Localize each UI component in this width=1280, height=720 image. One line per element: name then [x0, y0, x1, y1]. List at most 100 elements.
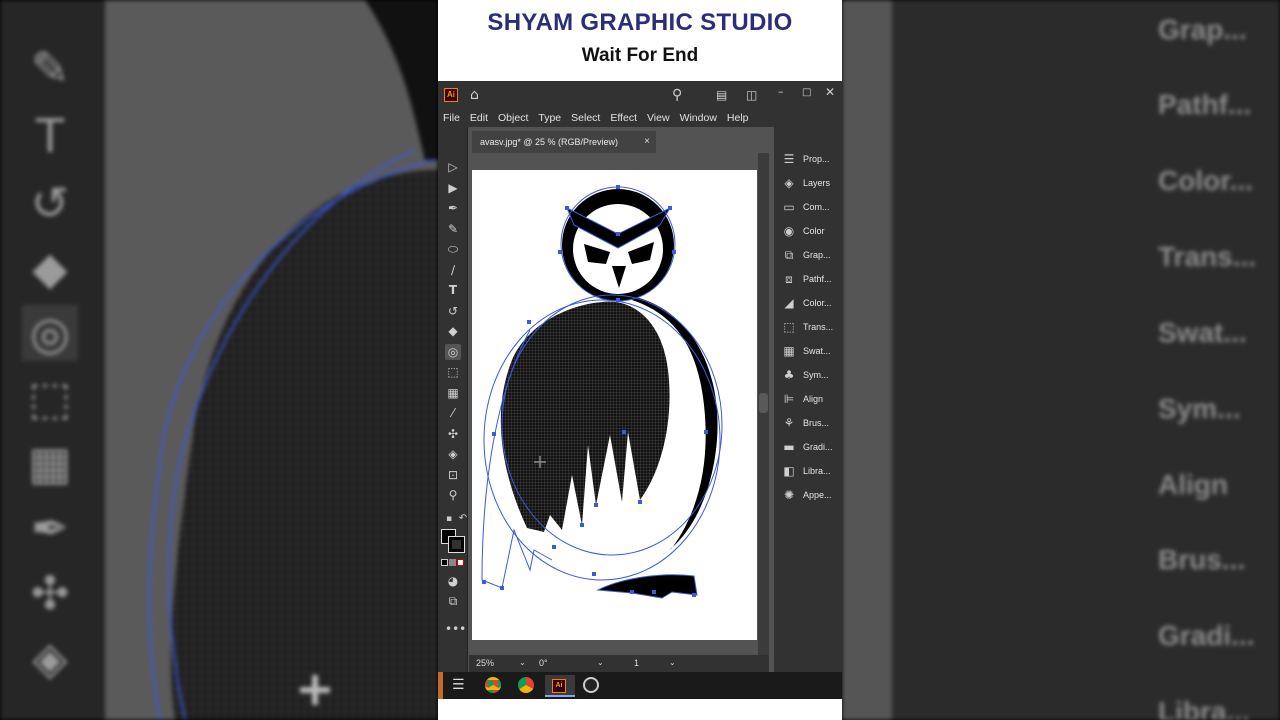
artboard-number[interactable]: 1 — [634, 658, 639, 668]
stroke-color-swatch[interactable] — [448, 536, 465, 553]
canvas-area[interactable] — [469, 153, 769, 656]
search-icon[interactable]: ⚲ — [672, 88, 682, 102]
rotate-tool-icon[interactable]: ↺ — [445, 303, 461, 319]
zoomed-panel-1: Grap... — [1158, 14, 1247, 45]
zoomed-owl-artwork — [148, 0, 438, 720]
vertical-scrollbar[interactable] — [758, 153, 769, 656]
panel-comments[interactable]: ▭ Com... — [782, 197, 842, 217]
gradient-mode-icon[interactable] — [449, 559, 456, 566]
video-banner: SHYAM GRAPHIC STUDIO Wait For End — [438, 0, 842, 81]
status-bar: 25% ⌄ 0° ⌄ 1 ⌄ — [469, 655, 769, 672]
zoomed-panel-4: Trans... — [1158, 241, 1257, 272]
ellipse-tool-icon[interactable]: ⬭ — [445, 241, 461, 257]
workspace-switcher-icon[interactable]: ◫ — [746, 88, 757, 102]
menu-file[interactable]: File — [443, 112, 460, 124]
panel-dock: ☰ Prop... ◈ Layers ▭ Com... ◉ Color ⧉ Grap...… — [774, 127, 842, 672]
panel-swatches[interactable]: ▦ Swat... — [782, 341, 842, 361]
rotation-dropdown-icon[interactable]: ⌄ — [597, 658, 604, 667]
scroll-thumb[interactable] — [759, 393, 768, 413]
direct-selection-tool-icon[interactable]: ▶ — [445, 180, 461, 196]
close-tab-icon[interactable]: × — [644, 131, 650, 153]
camera-app-icon[interactable] — [583, 677, 599, 693]
color-mode-icon[interactable] — [441, 559, 448, 566]
paintbrush-tool-icon[interactable]: ∕ — [445, 262, 461, 278]
panel-graphic-styles[interactable]: ⧉ Grap... — [782, 245, 842, 265]
more-tools-icon[interactable]: ••• — [445, 621, 466, 637]
zoomed-eraser-icon: ◆ — [32, 241, 68, 295]
right-zoomed-background: Grap... Pathf... Color... Trans... Swat.… — [842, 0, 1280, 720]
panel-color[interactable]: ◉ Color — [782, 221, 842, 241]
taskbar-edge — [438, 672, 443, 699]
panel-brushes[interactable]: ⚘ Brus... — [782, 413, 842, 433]
home-icon[interactable]: ⌂ — [470, 88, 479, 102]
panel-properties[interactable]: ☰ Prop... — [782, 149, 842, 169]
properties-icon: ☰ — [783, 152, 795, 166]
pen-tool-icon[interactable]: ✒ — [445, 200, 461, 216]
blend-tool-icon[interactable]: ◈ — [445, 446, 461, 462]
zoomed-panel-6: Sym... — [1158, 393, 1241, 424]
zoom-level[interactable]: 25% — [476, 658, 494, 668]
gradient-tool-icon[interactable]: ▦ — [445, 385, 461, 401]
puppet-warp-tool-icon[interactable]: ✣ — [445, 426, 461, 442]
menu-object[interactable]: Object — [498, 112, 528, 124]
rotation-value[interactable]: 0° — [539, 658, 548, 668]
color-guide-icon: ◢ — [784, 296, 794, 310]
transform-icon: ⬚ — [783, 320, 795, 334]
screen-mode-icon[interactable]: ⧉ — [445, 593, 461, 609]
panel-symbols[interactable]: ♣ Sym... — [782, 365, 842, 385]
close-window-icon[interactable]: ✕ — [825, 85, 835, 99]
panel-appearance[interactable]: ✺ Appe... — [782, 485, 842, 505]
panel-pathfinder[interactable]: ⧈ Pathf... — [782, 269, 842, 289]
zoomed-canvas — [105, 0, 438, 720]
chrome-profile-icon[interactable] — [518, 677, 534, 693]
eyedropper-tool-icon[interactable]: ⁄ — [445, 405, 461, 421]
arrange-documents-icon[interactable]: ▤ — [716, 88, 727, 102]
artboard-dropdown-icon[interactable]: ⌄ — [669, 658, 676, 667]
zoomed-paintbrush-icon: ✎ — [30, 41, 70, 95]
panel-transform[interactable]: ⬚ Trans... — [782, 317, 842, 337]
document-tab[interactable]: avasv.jpg* @ 25 % (RGB/Preview) × — [472, 131, 656, 153]
chrome-icon[interactable] — [485, 677, 501, 693]
menu-help[interactable]: Help — [727, 112, 749, 124]
menu-select[interactable]: Select — [571, 112, 600, 124]
menu-window[interactable]: Window — [680, 112, 717, 124]
draw-mode-icon[interactable]: ◕ — [445, 573, 461, 589]
banner-title: SHYAM GRAPHIC STUDIO — [487, 9, 793, 36]
minimize-icon[interactable]: – — [778, 85, 784, 99]
color-icon: ◉ — [783, 224, 795, 238]
curvature-tool-icon[interactable]: ✎ — [445, 221, 461, 237]
pathfinder-icon: ⧈ — [785, 272, 793, 286]
eraser-tool-icon[interactable]: ◆ — [445, 323, 461, 339]
panel-align[interactable]: ⊫ Align — [782, 389, 842, 409]
taskbar-active-app[interactable]: Ai — [545, 675, 575, 697]
zoomed-panel-8: Brus... — [1158, 544, 1246, 575]
type-tool-icon[interactable]: T — [445, 282, 461, 298]
menu-view[interactable]: View — [647, 112, 670, 124]
owl-artwork[interactable] — [472, 170, 757, 640]
panel-layers[interactable]: ◈ Layers — [782, 173, 842, 193]
center-frame: SHYAM GRAPHIC STUDIO Wait For End Ai ⌂ ⚲… — [438, 0, 842, 720]
zoomed-gradient-icon: ▦ — [28, 436, 72, 490]
panel-color-guide[interactable]: ◢ Color... — [782, 293, 842, 313]
selection-tool-icon[interactable]: ▷ — [445, 159, 461, 175]
panel-gradient[interactable]: ▬ Gradi... — [782, 437, 842, 457]
zoomed-puppet-icon: ✣ — [30, 566, 70, 620]
menu-edit[interactable]: Edit — [470, 112, 488, 124]
appearance-icon: ✺ — [783, 488, 795, 502]
menu-bar: File Edit Object Type Select Effect View… — [438, 109, 842, 127]
video-frame: ✎ T ↺ ◆ ◎ ⬚ ▦ ✒ ✣ ◈ Grap... Pathf... Col… — [0, 0, 1280, 720]
zoom-tool-icon[interactable]: ⚲ — [445, 487, 461, 503]
panel-libraries[interactable]: ◧ Libra... — [782, 461, 842, 481]
align-icon: ⊫ — [783, 392, 795, 406]
menu-effect[interactable]: Effect — [610, 112, 637, 124]
maximize-icon[interactable]: □ — [802, 86, 811, 100]
artboard[interactable] — [472, 170, 757, 640]
free-transform-tool-icon[interactable]: ⬚ — [445, 364, 461, 380]
artboard-tool-icon[interactable]: ⊡ — [445, 467, 461, 483]
task-view-icon[interactable]: ☰ — [452, 677, 465, 693]
none-mode-icon[interactable] — [457, 559, 464, 566]
zoom-dropdown-icon[interactable]: ⌄ — [519, 658, 526, 667]
menu-type[interactable]: Type — [538, 112, 561, 124]
shape-builder-tool-icon[interactable]: ◎ — [445, 344, 461, 360]
zoomed-shape-builder-icon: ◎ — [22, 305, 78, 361]
